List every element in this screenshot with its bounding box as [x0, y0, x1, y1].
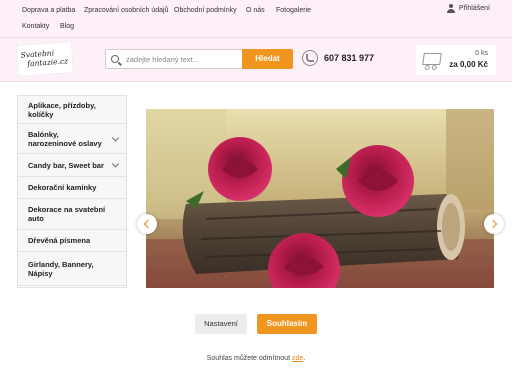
- login-link[interactable]: Přihlášení: [446, 4, 490, 13]
- category-label: Dřevěná písmena: [28, 236, 91, 245]
- login-label: Přihlášení: [458, 5, 490, 12]
- cookie-accept-button[interactable]: Souhlasím: [257, 314, 317, 334]
- search-input[interactable]: zadejte hledaný text...: [105, 49, 243, 69]
- phone-contact[interactable]: 607 831 977: [302, 50, 374, 66]
- category-item[interactable]: Candy bar, Sweet bar: [18, 154, 126, 177]
- category-item[interactable]: Dekorace na svatební auto: [18, 199, 126, 230]
- cookie-consent-bar: Nastavení Souhlasím Souhlas můžete odmít…: [0, 288, 512, 384]
- cookie-settings-button[interactable]: Nastavení: [195, 314, 247, 334]
- nav-link-gallery[interactable]: Fotogalerie: [276, 7, 311, 14]
- category-label: Dekorace na svatební auto: [28, 205, 106, 223]
- search-icon: [111, 55, 119, 63]
- category-label: Balónky, narozeninové oslavy: [28, 129, 102, 148]
- category-label: Dekorační kamínky: [28, 183, 97, 192]
- category-label: Candy bar, Sweet bar: [28, 160, 104, 170]
- cart-total: za 0,00 Kč: [449, 60, 488, 69]
- phone-icon: [302, 50, 318, 66]
- cart[interactable]: 0 ks za 0,00 Kč: [416, 45, 496, 75]
- search-placeholder: zadejte hledaný text...: [126, 55, 199, 64]
- category-item[interactable]: Balónky, narozeninové oslavy: [18, 124, 126, 154]
- chevron-down-icon[interactable]: [111, 160, 120, 168]
- consent-note-suffix: .: [303, 355, 306, 362]
- nav-link-blog[interactable]: Blog: [60, 23, 74, 30]
- category-item[interactable]: Aplikace, přízdoby, kolíčky: [18, 96, 126, 124]
- nav-link-gdpr[interactable]: Zpracování osobních údajů: [84, 7, 168, 14]
- nav-link-about[interactable]: O nás: [246, 7, 265, 14]
- logo-line-2: fantazie.cz: [26, 56, 69, 69]
- category-item[interactable]: Dekorační kamínky: [18, 177, 126, 199]
- nav-link-terms[interactable]: Obchodní podmínky: [174, 7, 237, 14]
- hero-image-roses-on-log: [146, 109, 494, 288]
- category-sidebar: Aplikace, přízdoby, kolíčky Balónky, nar…: [17, 95, 127, 288]
- search-form: zadejte hledaný text... Hledat: [105, 49, 293, 69]
- category-item[interactable]: Girlandy, Bannery, Nápisy: [18, 252, 126, 286]
- category-label: Aplikace, přízdoby, kolíčky: [28, 100, 96, 119]
- chevron-down-icon[interactable]: [111, 133, 120, 142]
- nav-link-doprava[interactable]: Doprava a platba: [22, 7, 75, 14]
- slider-prev-button[interactable]: [137, 214, 157, 234]
- nav-link-contacts[interactable]: Kontakty: [22, 23, 49, 30]
- top-bar: Doprava a platba Zpracování osobních úda…: [0, 0, 512, 38]
- cart-icon: [422, 53, 442, 65]
- cart-count: 0 ks: [475, 50, 488, 57]
- logo[interactable]: Svatební fantazie.cz: [15, 41, 75, 77]
- consent-note: Souhlas můžete odmítnout zde.: [0, 355, 512, 362]
- category-item[interactable]: Dřevěná písmena: [18, 230, 126, 252]
- slider-next-button[interactable]: [484, 214, 504, 234]
- header: Svatební fantazie.cz zadejte hledaný tex…: [0, 38, 512, 82]
- user-icon: [446, 4, 455, 13]
- consent-note-text: Souhlas můžete odmítnout: [206, 355, 291, 362]
- search-button[interactable]: Hledat: [242, 49, 293, 69]
- category-label: Girlandy, Bannery, Nápisy: [28, 259, 94, 278]
- hero-slider[interactable]: [146, 109, 494, 288]
- consent-decline-link[interactable]: zde: [292, 355, 303, 362]
- phone-number: 607 831 977: [324, 53, 375, 63]
